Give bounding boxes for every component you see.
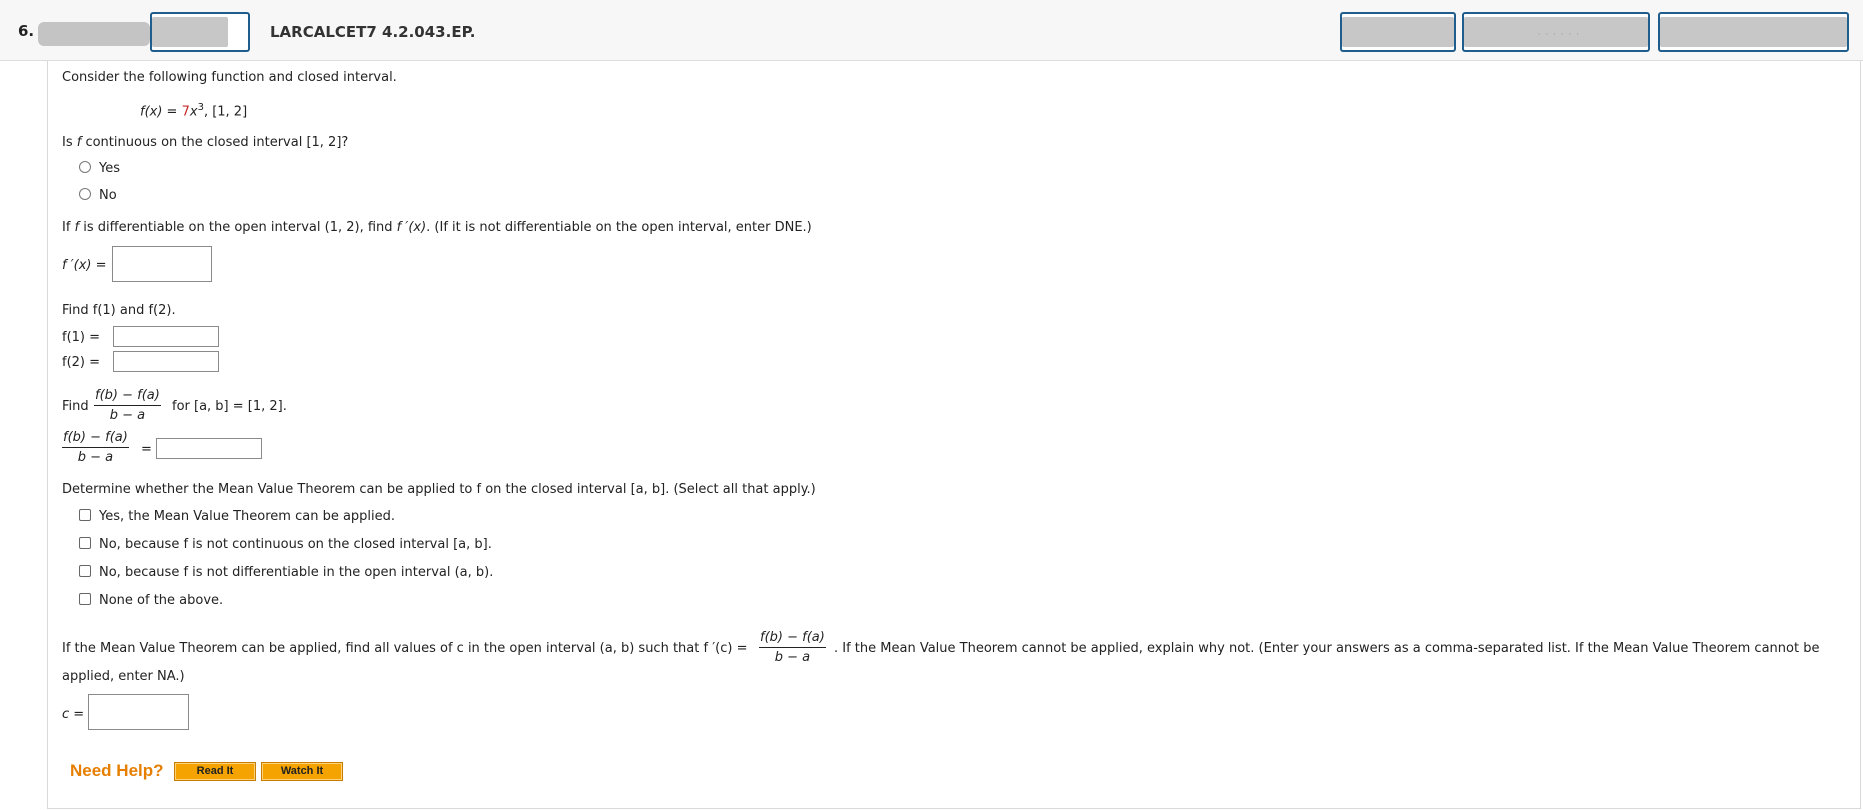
- checkbox-not-continuous[interactable]: [79, 537, 91, 549]
- checkbox-not-continuous-label: No, because f is not continuous on the c…: [99, 537, 492, 552]
- question-panel: [47, 61, 1861, 809]
- find-values-prompt: Find f(1) and f(2).: [62, 303, 176, 318]
- question-title: LARCALCET7 4.2.043.EP.: [270, 23, 476, 41]
- checkbox-not-differentiable-label: No, because f is not differentiable in t…: [99, 565, 494, 580]
- find-label: Find: [62, 399, 89, 414]
- f1-label: f(1) =: [62, 330, 101, 345]
- redacted-points: [38, 22, 150, 46]
- points-box: [150, 12, 250, 52]
- difference-quotient-label: f(b) − f(a) b − a: [62, 430, 129, 465]
- watch-it-button[interactable]: Watch It: [261, 762, 343, 781]
- intro-text: Consider the following function and clos…: [62, 70, 397, 85]
- mvt-values-prompt-cont: . If the Mean Value Theorem cannot be ap…: [834, 641, 1820, 656]
- f1-input[interactable]: [113, 326, 219, 347]
- checkbox-not-differentiable[interactable]: [79, 565, 91, 577]
- header-button-1[interactable]: [1340, 12, 1456, 52]
- need-help-label: Need Help?: [70, 761, 164, 780]
- mvt-values-prompt: If the Mean Value Theorem can be applied…: [62, 641, 748, 656]
- radio-no-label: No: [99, 188, 117, 203]
- read-it-button[interactable]: Read It: [174, 762, 256, 781]
- f2-label: f(2) =: [62, 355, 101, 370]
- derivative-input[interactable]: [112, 246, 212, 282]
- radio-no[interactable]: [79, 188, 91, 200]
- function-definition: f(x) = 7x3, [1, 2]: [140, 102, 248, 120]
- interval-text: for [a, b] = [1, 2].: [172, 399, 287, 414]
- checkbox-mvt-applies[interactable]: [79, 509, 91, 521]
- function-coefficient: 7: [181, 104, 190, 120]
- radio-yes[interactable]: [79, 161, 91, 173]
- checkbox-mvt-applies-label: Yes, the Mean Value Theorem can be appli…: [99, 509, 396, 524]
- radio-yes-label: Yes: [99, 161, 120, 176]
- difference-quotient: f(b) − f(a) b − a: [94, 388, 161, 423]
- derivative-question: If f is differentiable on the open inter…: [62, 220, 812, 235]
- mvt-values-prompt-end: applied, enter NA.): [62, 669, 185, 684]
- header-button-3[interactable]: [1658, 12, 1849, 52]
- equals-sign: =: [141, 442, 152, 457]
- f2-input[interactable]: [113, 351, 219, 372]
- derivative-label: f ′(x) =: [62, 258, 107, 273]
- checkbox-none[interactable]: [79, 593, 91, 605]
- c-label: c =: [62, 707, 85, 722]
- header-button-2[interactable]: · · · · · ·: [1462, 12, 1650, 52]
- continuity-question: Is f continuous on the closed interval […: [62, 135, 349, 150]
- mvt-question: Determine whether the Mean Value Theorem…: [62, 482, 816, 497]
- c-values-input[interactable]: [88, 694, 189, 730]
- question-number: 6.: [18, 22, 35, 40]
- difference-quotient-input[interactable]: [156, 438, 262, 459]
- question-header: 6. LARCALCET7 4.2.043.EP. · · · · · ·: [0, 0, 1863, 61]
- mvt-difference-quotient: f(b) − f(a) b − a: [759, 630, 826, 665]
- checkbox-none-label: None of the above.: [99, 593, 224, 608]
